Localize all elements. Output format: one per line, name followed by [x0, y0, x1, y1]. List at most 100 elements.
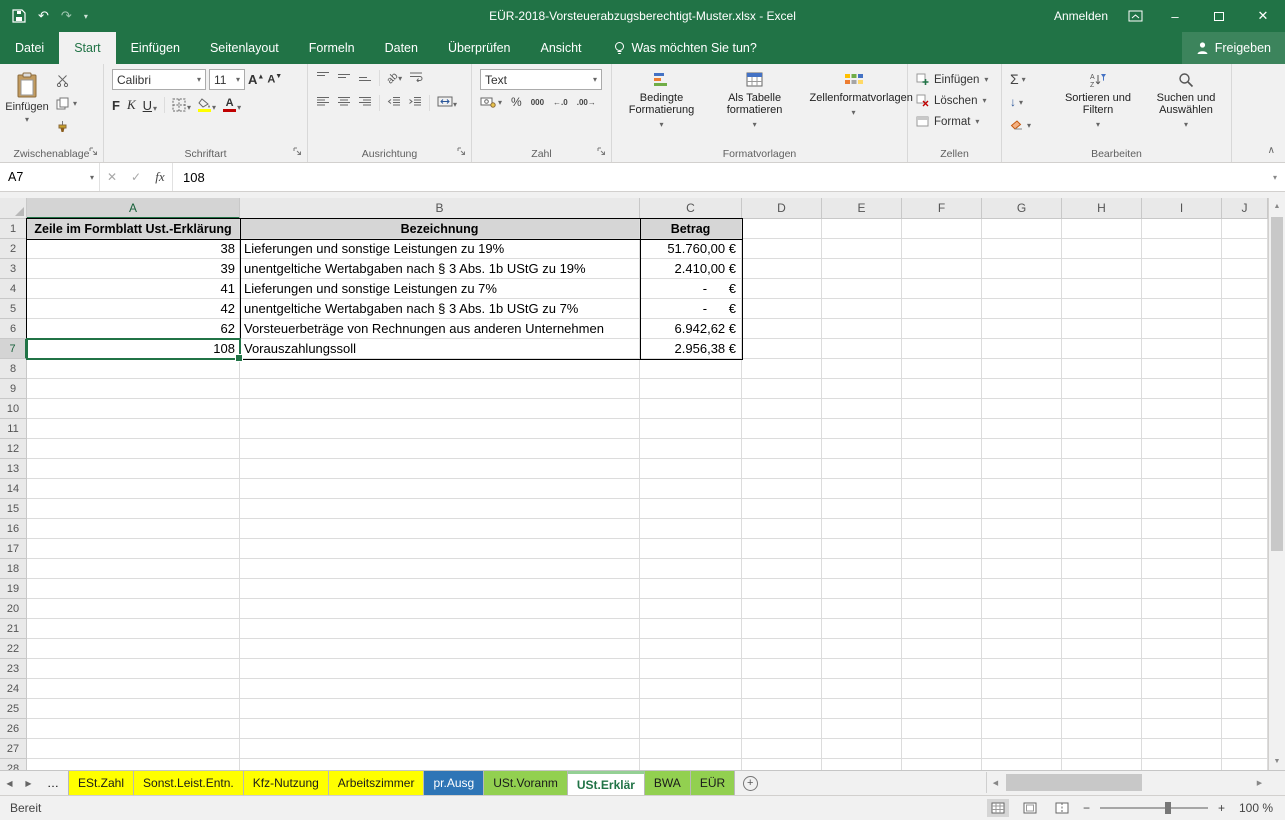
cell-f6[interactable]	[902, 319, 982, 339]
cell-g19[interactable]	[982, 579, 1062, 599]
increase-font-button[interactable]: A▲	[248, 72, 264, 87]
delete-cells-button[interactable]: Löschen ▾	[908, 90, 1001, 111]
cell-i22[interactable]	[1142, 639, 1222, 659]
cell-j28[interactable]	[1222, 759, 1268, 770]
orientation-button[interactable]: ab▾	[387, 72, 402, 84]
undo-button[interactable]: ↶	[38, 8, 49, 24]
paste-button[interactable]: Einfügen ▾	[3, 68, 51, 144]
sort-filter-button[interactable]: AZ Sortieren und Filtern ▾	[1056, 68, 1140, 148]
cell-e2[interactable]	[822, 239, 902, 259]
cell-e25[interactable]	[822, 699, 902, 719]
row-header-9[interactable]: 9	[0, 379, 27, 399]
row-header-2[interactable]: 2	[0, 239, 27, 259]
cell-i20[interactable]	[1142, 599, 1222, 619]
decrease-font-button[interactable]: A▼	[267, 73, 282, 86]
cell-b15[interactable]	[240, 499, 640, 519]
cell-j18[interactable]	[1222, 559, 1268, 579]
cell-h28[interactable]	[1062, 759, 1142, 770]
cell-b12[interactable]	[240, 439, 640, 459]
cell-e3[interactable]	[822, 259, 902, 279]
cell-b19[interactable]	[240, 579, 640, 599]
cell-j2[interactable]	[1222, 239, 1268, 259]
cell-d9[interactable]	[742, 379, 822, 399]
cell-c15[interactable]	[640, 499, 742, 519]
row-header-22[interactable]: 22	[0, 639, 27, 659]
cell-d15[interactable]	[742, 499, 822, 519]
cell-f26[interactable]	[902, 719, 982, 739]
italic-button[interactable]: K	[127, 97, 136, 113]
select-all-button[interactable]	[0, 198, 27, 219]
cell-g27[interactable]	[982, 739, 1062, 759]
cell-g21[interactable]	[982, 619, 1062, 639]
fill-color-button[interactable]: ▾	[198, 98, 216, 112]
cell-f11[interactable]	[902, 419, 982, 439]
cell-e4[interactable]	[822, 279, 902, 299]
cell-g10[interactable]	[982, 399, 1062, 419]
expand-formula-bar-button[interactable]: ▾	[1265, 163, 1285, 191]
cell-a11[interactable]	[27, 419, 240, 439]
cell-h16[interactable]	[1062, 519, 1142, 539]
copy-button[interactable]: ▾	[56, 95, 96, 111]
cell-b5[interactable]: unentgeltiche Wertabgaben nach § 3 Abs. …	[240, 299, 640, 319]
cell-c17[interactable]	[640, 539, 742, 559]
column-header-f[interactable]: F	[902, 198, 982, 219]
cell-a28[interactable]	[27, 759, 240, 770]
row-header-15[interactable]: 15	[0, 499, 27, 519]
cell-d3[interactable]	[742, 259, 822, 279]
cell-d7[interactable]	[742, 339, 822, 359]
row-header-16[interactable]: 16	[0, 519, 27, 539]
cell-d26[interactable]	[742, 719, 822, 739]
cell-h14[interactable]	[1062, 479, 1142, 499]
cell-a27[interactable]	[27, 739, 240, 759]
cell-a5[interactable]: 42	[27, 299, 240, 319]
cell-d23[interactable]	[742, 659, 822, 679]
insert-cells-button[interactable]: Einfügen ▾	[908, 69, 1001, 90]
cell-a1[interactable]: Zeile im Formblatt Ust.-Erklärung	[27, 219, 240, 239]
cell-e21[interactable]	[822, 619, 902, 639]
cell-a8[interactable]	[27, 359, 240, 379]
cell-a12[interactable]	[27, 439, 240, 459]
row-header-17[interactable]: 17	[0, 539, 27, 559]
cell-d6[interactable]	[742, 319, 822, 339]
sheet-prev-button[interactable]: ◀	[0, 771, 19, 795]
column-header-i[interactable]: I	[1142, 198, 1222, 219]
sheet-tab-pr-ausg[interactable]: pr.Ausg	[424, 771, 484, 795]
row-header-13[interactable]: 13	[0, 459, 27, 479]
zoom-out-button[interactable]: −	[1083, 801, 1090, 815]
cell-i23[interactable]	[1142, 659, 1222, 679]
row-header-14[interactable]: 14	[0, 479, 27, 499]
cell-j7[interactable]	[1222, 339, 1268, 359]
column-header-b[interactable]: B	[240, 198, 640, 219]
cell-f16[interactable]	[902, 519, 982, 539]
cell-e8[interactable]	[822, 359, 902, 379]
scroll-left-button[interactable]: ◀	[987, 779, 1004, 787]
cell-c12[interactable]	[640, 439, 742, 459]
cell-g13[interactable]	[982, 459, 1062, 479]
tell-me-box[interactable]: Was möchten Sie tun?	[597, 32, 773, 64]
cell-b9[interactable]	[240, 379, 640, 399]
decrease-decimal-button[interactable]: .00→	[577, 98, 596, 107]
cell-b26[interactable]	[240, 719, 640, 739]
cell-c23[interactable]	[640, 659, 742, 679]
cell-d4[interactable]	[742, 279, 822, 299]
cell-e16[interactable]	[822, 519, 902, 539]
cell-b17[interactable]	[240, 539, 640, 559]
bold-button[interactable]: F	[112, 98, 120, 113]
font-name-combo[interactable]: Calibri▾	[112, 69, 206, 90]
cell-f22[interactable]	[902, 639, 982, 659]
cell-e11[interactable]	[822, 419, 902, 439]
cell-i1[interactable]	[1142, 219, 1222, 239]
column-header-g[interactable]: G	[982, 198, 1062, 219]
cell-c27[interactable]	[640, 739, 742, 759]
scroll-up-button[interactable]: ▲	[1269, 198, 1285, 215]
cell-f8[interactable]	[902, 359, 982, 379]
cell-j12[interactable]	[1222, 439, 1268, 459]
cell-j19[interactable]	[1222, 579, 1268, 599]
increase-decimal-button[interactable]: ←.0	[553, 98, 568, 107]
cell-i6[interactable]	[1142, 319, 1222, 339]
sheet-tab-sonst-leist-entn-[interactable]: Sonst.Leist.Entn.	[134, 771, 244, 795]
cell-e9[interactable]	[822, 379, 902, 399]
cell-f13[interactable]	[902, 459, 982, 479]
cell-i8[interactable]	[1142, 359, 1222, 379]
add-sheet-button[interactable]: +	[735, 771, 765, 795]
